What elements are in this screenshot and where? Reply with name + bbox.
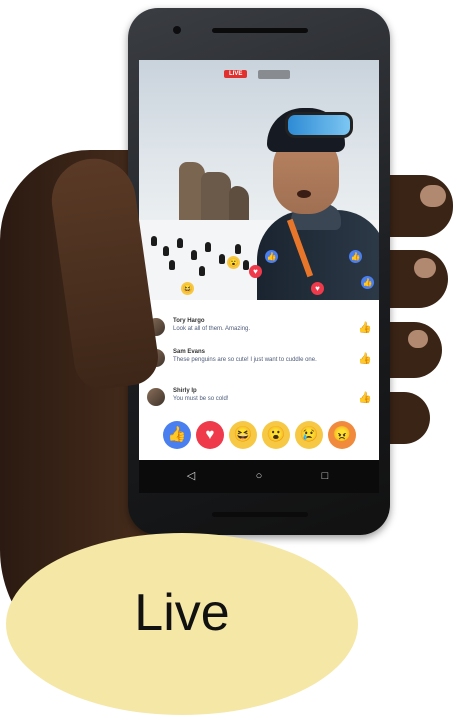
comment-text: Look at all of them. Amazing.: [173, 326, 251, 332]
beanie: [267, 108, 353, 152]
haha-reaction-icon[interactable]: 😆: [229, 421, 257, 449]
comment-text: You must be so cold!: [173, 396, 229, 402]
back-icon[interactable]: ◁: [183, 468, 199, 484]
caption-label: Live: [134, 584, 230, 642]
penguin: [205, 242, 211, 252]
floating-like-icon: 👍: [361, 276, 374, 289]
commenter-name[interactable]: Sam Evans: [173, 349, 205, 355]
live-video[interactable]: LIVE ♥ 👍 👍 ♥ 👍 😆 😮: [139, 60, 379, 300]
penguin: [163, 246, 169, 256]
live-badge: LIVE: [224, 70, 248, 78]
smartphone: LIVE ♥ 👍 👍 ♥ 👍 😆 😮 Tory Hargo Look at al…: [128, 8, 390, 535]
viewer-count-badge: [258, 70, 290, 79]
floating-wow-icon: 😮: [227, 256, 240, 269]
commenter-name[interactable]: Tory Hargo: [173, 318, 205, 324]
penguin: [243, 260, 249, 270]
caption-blob: Live: [6, 533, 358, 715]
thumbs-up-icon[interactable]: 👍: [358, 392, 372, 404]
angry-reaction-icon[interactable]: 😠: [328, 421, 356, 449]
streamer: [257, 100, 379, 300]
floating-like-icon: 👍: [265, 250, 278, 263]
floating-love-icon: ♥: [311, 282, 324, 295]
home-icon[interactable]: ○: [251, 468, 267, 484]
penguin: [199, 266, 205, 276]
penguin: [219, 254, 225, 264]
mouth: [297, 190, 311, 198]
bottom-speaker: [212, 512, 308, 517]
phone-screen: LIVE ♥ 👍 👍 ♥ 👍 😆 😮 Tory Hargo Look at al…: [139, 60, 379, 493]
fingernail: [420, 185, 446, 207]
penguin: [169, 260, 175, 270]
like-reaction-icon[interactable]: 👍: [163, 421, 191, 449]
thumbs-up-icon[interactable]: 👍: [358, 322, 372, 334]
earpiece-speaker: [212, 28, 308, 33]
comment-text: These penguins are so cute! I just want …: [173, 357, 317, 363]
floating-love-icon: ♥: [249, 265, 262, 278]
penguin: [151, 236, 157, 246]
penguin: [191, 250, 197, 260]
floating-like-icon: 👍: [349, 250, 362, 263]
penguin: [177, 238, 183, 248]
fingernail: [408, 330, 428, 348]
sad-reaction-icon[interactable]: 😢: [295, 421, 323, 449]
front-camera: [173, 26, 181, 34]
reaction-bar: 👍 ♥ 😆 😮 😢 😠: [163, 421, 378, 451]
commenter-name[interactable]: Shirly Ip: [173, 388, 197, 394]
penguin: [235, 244, 241, 254]
floating-haha-icon: 😆: [181, 282, 194, 295]
goggles: [285, 112, 353, 138]
fingernail: [414, 258, 436, 278]
avatar[interactable]: [147, 388, 165, 406]
love-reaction-icon[interactable]: ♥: [196, 421, 224, 449]
thumbs-up-icon[interactable]: 👍: [358, 353, 372, 365]
recents-icon[interactable]: □: [317, 468, 333, 484]
android-navigation-bar: ◁ ○ □: [139, 460, 379, 493]
wow-reaction-icon[interactable]: 😮: [262, 421, 290, 449]
